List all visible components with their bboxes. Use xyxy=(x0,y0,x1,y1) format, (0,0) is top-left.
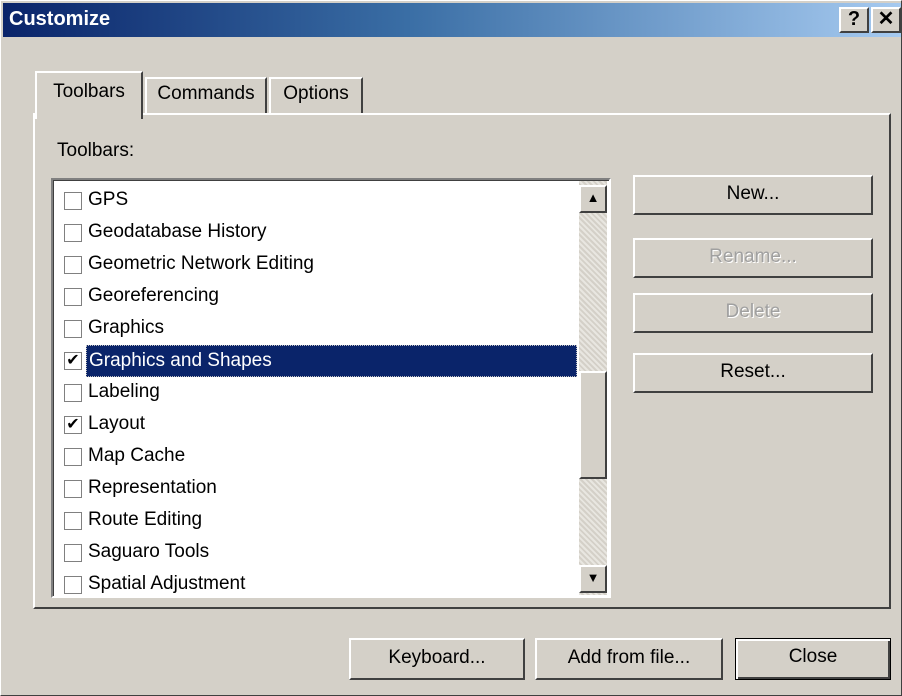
checkbox[interactable]: ✔ xyxy=(64,352,82,370)
list-item[interactable]: Spatial Adjustment xyxy=(56,569,579,596)
list-item-label: Layout xyxy=(88,413,146,434)
tab-toolbars[interactable]: Toolbars xyxy=(35,71,143,119)
list-item-label: Geometric Network Editing xyxy=(88,253,314,274)
list-item[interactable]: ✔ Layout xyxy=(56,409,579,441)
list-item[interactable]: Map Cache xyxy=(56,441,579,473)
tab-options[interactable]: Options xyxy=(269,77,363,115)
add-from-file-button[interactable]: Add from file... xyxy=(535,638,723,680)
tab-toolbars-label: Toolbars xyxy=(53,81,125,102)
list-item[interactable]: GPS xyxy=(56,185,579,217)
checkbox[interactable] xyxy=(64,480,82,498)
checkbox[interactable] xyxy=(64,192,82,210)
toolbars-list-label: Toolbars: xyxy=(57,140,135,161)
list-item[interactable]: Representation xyxy=(56,473,579,505)
list-item-label: Map Cache xyxy=(88,445,186,466)
listbox-frame: GPS Geodatabase History Geometric Network … xyxy=(53,180,609,596)
checkbox[interactable] xyxy=(64,576,82,594)
tab-commands[interactable]: Commands xyxy=(145,77,267,115)
checkbox[interactable] xyxy=(64,384,82,402)
vertical-scrollbar[interactable]: ▲ ▼ xyxy=(579,181,607,595)
checkbox[interactable] xyxy=(64,288,82,306)
close-window-button[interactable]: ✕ xyxy=(871,7,901,33)
help-button[interactable]: ? xyxy=(839,7,869,33)
new-button[interactable]: New... xyxy=(633,175,873,215)
rename-button[interactable]: Rename... xyxy=(633,238,873,278)
keyboard-button[interactable]: Keyboard... xyxy=(349,638,525,680)
list-item-label: GPS xyxy=(88,189,129,210)
scroll-thumb[interactable] xyxy=(579,371,607,479)
toolbars-listbox[interactable]: GPS Geodatabase History Geometric Network … xyxy=(51,178,611,598)
scroll-down-button[interactable]: ▼ xyxy=(579,565,607,593)
checkbox[interactable]: ✔ xyxy=(64,416,82,434)
list-item-label: Geodatabase History xyxy=(88,221,267,242)
list-item-label: Graphics xyxy=(88,317,165,338)
list-item[interactable]: Georeferencing xyxy=(56,281,579,313)
checkbox[interactable] xyxy=(64,320,82,338)
checkbox[interactable] xyxy=(64,256,82,274)
list-item-label: Route Editing xyxy=(88,509,203,530)
checkbox[interactable] xyxy=(64,224,82,242)
title-bar[interactable]: Customize ? ✕ xyxy=(3,3,901,37)
toolbars-list-items: GPS Geodatabase History Geometric Network … xyxy=(56,185,579,596)
list-item-label: Labeling xyxy=(88,381,160,402)
window-title: Customize xyxy=(9,8,111,30)
customize-dialog: Customize ? ✕ Toolbars Commands Options … xyxy=(0,0,902,696)
list-item[interactable]: Geometric Network Editing xyxy=(56,249,579,281)
list-item-label: Saguaro Tools xyxy=(88,541,210,562)
list-item-label: Spatial Adjustment xyxy=(88,573,246,594)
delete-button[interactable]: Delete xyxy=(633,293,873,333)
list-item-label: Graphics and Shapes xyxy=(86,345,577,377)
reset-button[interactable]: Reset... xyxy=(633,353,873,393)
list-item[interactable]: Geodatabase History xyxy=(56,217,579,249)
close-button[interactable]: Close xyxy=(735,638,891,680)
list-item-label: Representation xyxy=(88,477,217,498)
checkbox[interactable] xyxy=(64,544,82,562)
checkbox[interactable] xyxy=(64,512,82,530)
list-item[interactable]: ✔ Graphics and Shapes xyxy=(56,345,579,377)
list-item[interactable]: Route Editing xyxy=(56,505,579,537)
scroll-up-button[interactable]: ▲ xyxy=(579,185,607,213)
tab-options-label: Options xyxy=(283,83,349,104)
checkbox[interactable] xyxy=(64,448,82,466)
list-item[interactable]: Saguaro Tools xyxy=(56,537,579,569)
tab-commands-label: Commands xyxy=(157,83,255,104)
list-item-label: Georeferencing xyxy=(88,285,219,306)
list-item[interactable]: Graphics xyxy=(56,313,579,345)
list-item[interactable]: Labeling xyxy=(56,377,579,409)
